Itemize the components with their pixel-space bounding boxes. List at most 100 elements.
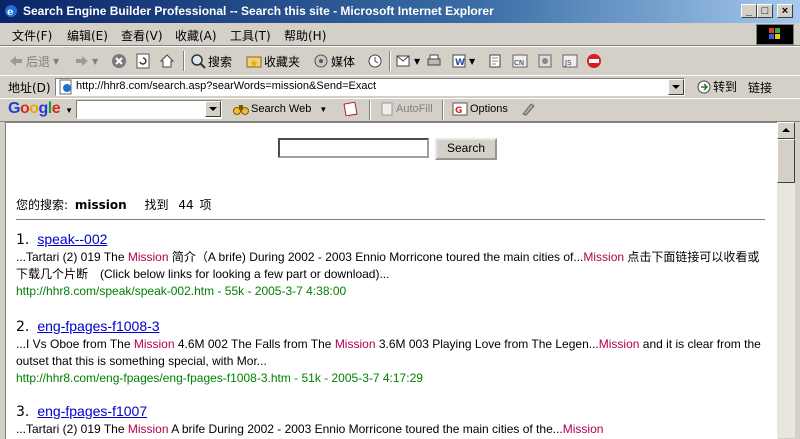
snippet-text: ...I Vs Oboe from The — [16, 337, 134, 351]
google-options-icon: G — [452, 102, 468, 116]
snippet-text: A brife During 2002 - 2003 Ennio Morrico… — [168, 422, 563, 436]
magnifier-icon — [190, 53, 206, 69]
search-web-button[interactable]: Search Web ▼ — [233, 102, 327, 116]
menu-tools[interactable]: 工具(T) — [230, 27, 271, 44]
svg-text:G: G — [455, 106, 462, 116]
options-button[interactable]: G Options — [452, 102, 508, 116]
snippet-text: ...Tartari (2) 019 The — [16, 422, 128, 436]
favorites-button[interactable]: 收藏夹 — [246, 52, 300, 70]
result-snippet: ...I Vs Oboe from The Mission 4.6M 002 T… — [16, 336, 766, 370]
snippet-text: 简介（A brife) During 2002 - 2003 Ennio Mor… — [168, 250, 584, 264]
result-count: 44 — [178, 198, 194, 212]
research-button[interactable] — [537, 52, 555, 70]
result-title-link[interactable]: speak--002 — [37, 231, 107, 247]
js-icon: JS — [562, 53, 578, 69]
search-result: 1. speak--002 ...Tartari (2) 019 The Miss… — [16, 231, 766, 300]
discuss-icon — [487, 53, 503, 69]
refresh-button[interactable] — [135, 52, 153, 70]
google-logo-letter: G — [8, 100, 20, 117]
scroll-up-button[interactable] — [777, 122, 795, 139]
page-info-button[interactable] — [343, 101, 359, 117]
highlight-button[interactable] — [520, 102, 536, 116]
snippet-text: ...Tartari (2) 019 The — [16, 250, 128, 264]
address-input[interactable]: http://hhr8.com/search.asp?searWords=mis… — [55, 78, 685, 96]
google-search-input[interactable] — [76, 100, 222, 119]
links-button[interactable]: 链接 — [748, 79, 772, 96]
google-search-dropdown-button[interactable] — [205, 101, 221, 117]
highlighted-keyword: Mission — [127, 250, 169, 264]
highlighted-keyword: Mission — [583, 250, 625, 264]
back-button[interactable]: 后退 ▼ — [8, 52, 59, 70]
vertical-scrollbar[interactable] — [777, 122, 795, 438]
js-button[interactable]: JS — [562, 52, 580, 70]
highlighted-keyword: Mission — [127, 422, 169, 436]
result-snippet: ...Tartari (2) 019 The Mission A brife D… — [16, 421, 766, 438]
site-search-form: Search — [278, 138, 497, 160]
result-title-link[interactable]: eng-fpages-f1007 — [37, 403, 147, 419]
menu-edit[interactable]: 编辑(E) — [67, 27, 108, 44]
google-menu-dropdown-icon: ▼ — [65, 106, 73, 115]
search-toolbar-button[interactable]: 搜索 — [190, 52, 232, 70]
divider — [16, 219, 765, 221]
highlighted-keyword: Mission — [598, 337, 640, 351]
stop-icon — [111, 53, 127, 69]
svg-text:JS: JS — [564, 59, 572, 67]
stop-button[interactable] — [111, 52, 129, 70]
highlighted-keyword: Mission — [334, 337, 376, 351]
edit-button[interactable]: W ▼ — [451, 52, 475, 70]
history-button[interactable] — [367, 52, 385, 70]
home-button[interactable] — [159, 52, 177, 70]
discuss-button[interactable] — [487, 52, 505, 70]
google-logo[interactable]: Google ▼ — [8, 100, 73, 118]
forward-button[interactable]: ▼ — [74, 52, 98, 70]
title-bar[interactable]: e Search Engine Builder Professional -- … — [0, 0, 800, 23]
print-button[interactable] — [426, 52, 444, 70]
minimize-button[interactable]: _ — [741, 4, 757, 18]
menu-help[interactable]: 帮助(H) — [284, 27, 326, 44]
mail-dropdown-icon: ▼ — [414, 56, 421, 66]
history-icon — [367, 53, 383, 69]
window-title: Search Engine Builder Professional -- Se… — [23, 4, 494, 18]
snippet-text: 4.6M 002 The Falls from The — [174, 337, 335, 351]
google-toolbar-separator — [369, 100, 371, 120]
media-button[interactable]: 媒体 — [313, 52, 355, 70]
google-logo-letter: o — [29, 100, 39, 117]
toolbar-separator — [389, 51, 391, 71]
messenger-button[interactable]: CN — [512, 52, 530, 70]
standard-toolbar: 后退 ▼ ▼ 搜索 收藏夹 媒体 ▼ W ▼ CN JS — [0, 46, 800, 76]
binoculars-icon — [233, 102, 249, 116]
close-button[interactable]: × — [777, 4, 793, 18]
address-bar: 地址(D) http://hhr8.com/search.asp?searWor… — [0, 75, 800, 99]
printer-icon — [426, 53, 442, 69]
search-result: 2. eng-fpages-f1008-3 ...I Vs Oboe from T… — [16, 318, 766, 387]
svg-text:W: W — [455, 58, 465, 68]
word-icon: W — [451, 53, 467, 69]
maximize-button[interactable]: □ — [757, 4, 773, 18]
autofill-button[interactable]: AutoFill — [380, 102, 433, 116]
search-query: mission — [74, 198, 127, 212]
edit-dropdown-icon: ▼ — [469, 56, 476, 66]
google-toolbar: Google ▼ Search Web ▼ AutoFill G Options — [0, 98, 800, 122]
go-arrow-icon — [697, 80, 711, 94]
menu-view[interactable]: 查看(V) — [121, 27, 163, 44]
forward-arrow-icon — [74, 53, 90, 69]
result-snippet: ...Tartari (2) 019 The Mission 简介（A brif… — [16, 249, 766, 283]
site-search-button[interactable]: Search — [435, 138, 497, 160]
forward-dropdown-icon: ▼ — [92, 56, 99, 66]
google-toolbar-separator — [442, 100, 444, 120]
ie-window: e Search Engine Builder Professional -- … — [0, 0, 800, 439]
address-dropdown-button[interactable] — [668, 79, 684, 95]
result-title-link[interactable]: eng-fpages-f1008-3 — [37, 318, 159, 334]
back-dropdown-icon: ▼ — [53, 56, 60, 66]
page-content: Search 您的搜索: mission 找到 44 项 1. speak--00… — [5, 122, 778, 439]
red-badge-icon — [586, 53, 602, 69]
mail-button[interactable]: ▼ — [396, 52, 420, 70]
extension-button[interactable] — [586, 52, 604, 70]
cn-icon: CN — [512, 53, 528, 69]
scroll-thumb[interactable] — [777, 139, 795, 183]
site-search-input[interactable] — [278, 138, 429, 158]
address-url: http://hhr8.com/search.asp?searWords=mis… — [76, 80, 377, 92]
go-button[interactable]: 转到 — [697, 78, 737, 95]
menu-favorites[interactable]: 收藏(A) — [175, 27, 217, 44]
menu-file[interactable]: 文件(F) — [12, 27, 52, 44]
